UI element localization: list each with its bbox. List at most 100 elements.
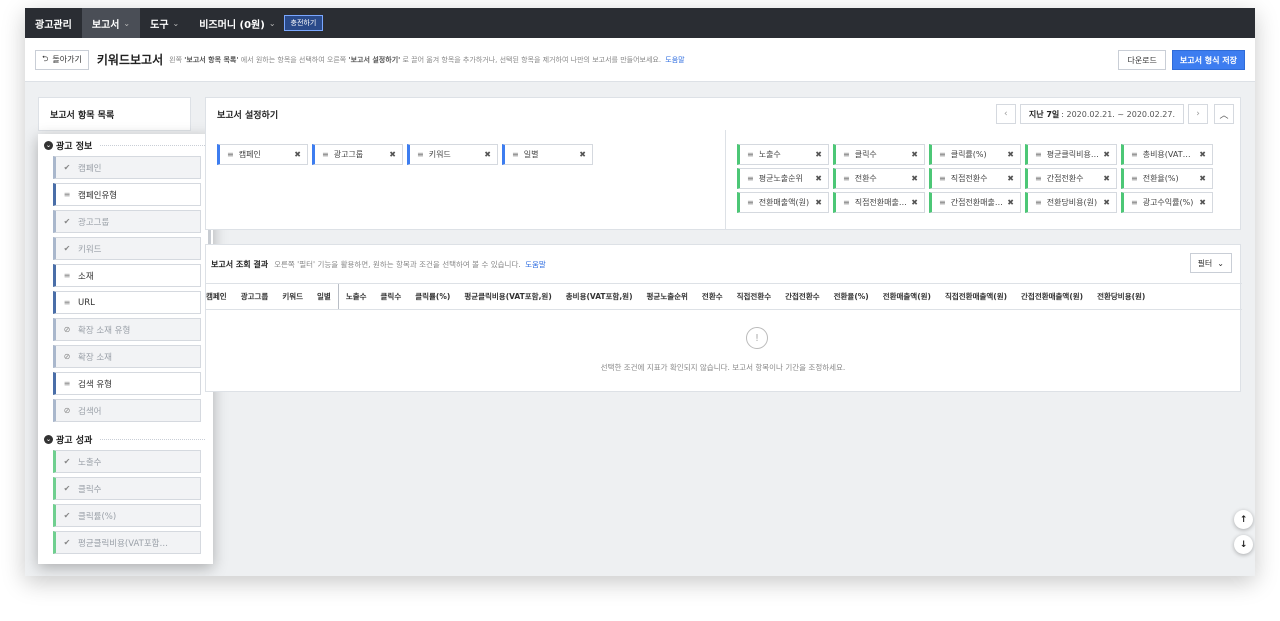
download-button[interactable]: 다운로드 bbox=[1118, 50, 1166, 70]
remove-icon[interactable]: ✖ bbox=[1007, 198, 1014, 207]
charge-button[interactable]: 충전하기 bbox=[283, 15, 324, 31]
remove-icon[interactable]: ✖ bbox=[1103, 198, 1110, 207]
column-header[interactable]: 간접전환수 bbox=[778, 284, 827, 309]
column-header[interactable]: 노출수 bbox=[337, 284, 374, 309]
column-header[interactable]: 총비용(VAT포함,원) bbox=[559, 284, 640, 309]
list-item[interactable]: ≡ URL bbox=[53, 291, 201, 314]
list-item[interactable]: ≡ 검색 유형 bbox=[53, 372, 201, 395]
report-chip[interactable]: ≡ 총비용(VAT… ✖ bbox=[1121, 144, 1213, 165]
list-item[interactable]: ≡ 소재 bbox=[53, 264, 201, 287]
chevron-right-icon: › bbox=[1196, 109, 1200, 119]
report-chip[interactable]: ≡ 전환매출액(원) ✖ bbox=[737, 192, 829, 213]
remove-icon[interactable]: ✖ bbox=[815, 150, 822, 159]
report-chip[interactable]: ≡ 평균노출순위 ✖ bbox=[737, 168, 829, 189]
remove-icon[interactable]: ✖ bbox=[911, 198, 918, 207]
report-chip[interactable]: ≡ 노출수 ✖ bbox=[737, 144, 829, 165]
column-header[interactable]: 간접전환매출액(원) bbox=[1014, 284, 1090, 309]
report-items-list[interactable]: ⌄ 광고 정보 ✔ 캠페인 ≡ 캠페인유형 ✔ 광고그룹 ✔ 키워드 ≡ 소재 ≡ URL ⊘ 확장 소재… bbox=[38, 134, 213, 564]
report-chip[interactable]: ≡ 간접전환수 ✖ bbox=[1025, 168, 1117, 189]
column-header[interactable]: 직접전환매출액(원) bbox=[938, 284, 1014, 309]
nav-item-bizmoney[interactable]: 비즈머니 (0원) ⌄ 충전하기 bbox=[189, 8, 333, 38]
drag-handle-icon: ≡ bbox=[63, 271, 71, 280]
report-chip[interactable]: ≡ 광고수익률(%) ✖ bbox=[1121, 192, 1213, 213]
help-link[interactable]: 도움말 bbox=[665, 56, 684, 64]
nav-item-tools[interactable]: 도구 ⌄ bbox=[140, 8, 189, 38]
report-chip[interactable]: ≡ 캠페인 ✖ bbox=[217, 144, 308, 165]
remove-icon[interactable]: ✖ bbox=[1199, 174, 1206, 183]
list-item[interactable]: ✔ 광고그룹 bbox=[53, 210, 201, 233]
remove-icon[interactable]: ✖ bbox=[484, 150, 491, 159]
remove-icon[interactable]: ✖ bbox=[1103, 150, 1110, 159]
remove-icon[interactable]: ✖ bbox=[815, 174, 822, 183]
column-header[interactable]: 전환당비용(원) bbox=[1090, 284, 1152, 309]
nav-brand[interactable]: 광고관리 bbox=[25, 8, 82, 38]
remove-icon[interactable]: ✖ bbox=[579, 150, 586, 159]
list-item[interactable]: ⊘ 확장 소재 유형 bbox=[53, 318, 201, 341]
remove-icon[interactable]: ✖ bbox=[389, 150, 396, 159]
scroll-top-button[interactable]: ↑ bbox=[1234, 510, 1253, 529]
list-item[interactable]: ≡ 캠페인유형 bbox=[53, 183, 201, 206]
date-range-picker[interactable]: 지난 7일 : 2020.02.21. ~ 2020.02.27. bbox=[1019, 104, 1184, 124]
remove-icon[interactable]: ✖ bbox=[911, 174, 918, 183]
list-item[interactable]: ✔ 노출수 bbox=[53, 450, 201, 473]
report-chip[interactable]: ≡ 광고그룹 ✖ bbox=[312, 144, 403, 165]
report-chip[interactable]: ≡ 클릭수 ✖ bbox=[833, 144, 925, 165]
remove-icon[interactable]: ✖ bbox=[815, 198, 822, 207]
drag-handle-icon: ≡ bbox=[63, 190, 71, 199]
column-header[interactable]: 광고그룹 bbox=[234, 284, 276, 309]
column-header[interactable]: 캠페인 bbox=[206, 284, 234, 309]
list-item[interactable]: ⊘ 확장 소재 bbox=[53, 345, 201, 368]
list-item[interactable]: ✔ 키워드 bbox=[53, 237, 201, 260]
column-header[interactable]: 전환율(%) bbox=[827, 284, 876, 309]
remove-icon[interactable]: ✖ bbox=[1199, 150, 1206, 159]
list-item[interactable]: ✔ 캠페인 bbox=[53, 156, 201, 179]
remove-icon[interactable]: ✖ bbox=[294, 150, 301, 159]
report-chip[interactable]: ≡ 키워드 ✖ bbox=[407, 144, 498, 165]
collapse-button[interactable]: ︿ bbox=[1214, 104, 1234, 124]
column-header[interactable]: 전환매출액(원) bbox=[876, 284, 938, 309]
date-prev-button[interactable]: ‹ bbox=[995, 104, 1016, 124]
column-header[interactable]: 클릭률(%) bbox=[408, 284, 457, 309]
desc-text: 로 끌어 옮겨 항목을 추가하거나, 선택된 항목을 제거하여 나만의 보고서를… bbox=[402, 55, 662, 64]
remove-icon[interactable]: ✖ bbox=[911, 150, 918, 159]
remove-icon[interactable]: ✖ bbox=[1007, 174, 1014, 183]
column-header[interactable]: 전환수 bbox=[695, 284, 730, 309]
report-chip[interactable]: ≡ 평균클릭비용… ✖ bbox=[1025, 144, 1117, 165]
filter-button[interactable]: 필터 ⌄ bbox=[1189, 253, 1232, 273]
column-header[interactable]: 평균노출순위 bbox=[640, 284, 695, 309]
list-item[interactable]: ✔ 클릭률(%) bbox=[53, 504, 201, 527]
remove-icon[interactable]: ✖ bbox=[1007, 150, 1014, 159]
help-link[interactable]: 도움말 bbox=[525, 260, 546, 269]
column-header[interactable]: 직접전환수 bbox=[730, 284, 779, 309]
drag-handle-icon: ≡ bbox=[1131, 198, 1138, 207]
column-header[interactable]: 평균클릭비용(VAT포함,원) bbox=[457, 284, 558, 309]
column-header[interactable]: 클릭수 bbox=[374, 284, 409, 309]
report-chip[interactable]: ≡ 전환수 ✖ bbox=[833, 168, 925, 189]
report-chip[interactable]: ≡ 직접전환매출… ✖ bbox=[833, 192, 925, 213]
column-header[interactable]: 키워드 bbox=[275, 284, 310, 309]
remove-icon[interactable]: ✖ bbox=[1103, 174, 1110, 183]
remove-icon[interactable]: ✖ bbox=[1199, 198, 1206, 207]
report-chip[interactable]: ≡ 간접전환매출… ✖ bbox=[929, 192, 1021, 213]
report-chip[interactable]: ≡ 일별 ✖ bbox=[502, 144, 593, 165]
drag-handle-icon: ≡ bbox=[1035, 150, 1042, 159]
list-item[interactable]: ✔ 클릭수 bbox=[53, 477, 201, 500]
chevron-up-icon: ︿ bbox=[1219, 110, 1229, 121]
report-chip[interactable]: ≡ 직접전환수 ✖ bbox=[929, 168, 1021, 189]
list-item[interactable]: ⊘ 검색어 bbox=[53, 399, 201, 422]
back-button[interactable]: ⮌ 돌아가기 bbox=[35, 49, 89, 70]
date-next-button[interactable]: › bbox=[1188, 104, 1208, 124]
list-item[interactable]: ✔ 평균클릭비용(VAT포함… bbox=[53, 531, 201, 554]
group-ad-info[interactable]: ⌄ 광고 정보 bbox=[38, 134, 213, 152]
chevron-left-icon: ‹ bbox=[1004, 109, 1008, 119]
report-chip[interactable]: ≡ 전환율(%) ✖ bbox=[1121, 168, 1213, 189]
group-ad-performance[interactable]: ⌄ 광고 성과 bbox=[38, 428, 213, 446]
column-header[interactable]: 일별 bbox=[310, 284, 338, 309]
report-chip[interactable]: ≡ 클릭률(%) ✖ bbox=[929, 144, 1021, 165]
scroll-bottom-button[interactable]: ↓ bbox=[1234, 535, 1253, 554]
report-chip[interactable]: ≡ 전환당비용(원) ✖ bbox=[1025, 192, 1117, 213]
chip-label: 캠페인 bbox=[238, 150, 261, 159]
nav-item-report[interactable]: 보고서 ⌄ bbox=[81, 8, 141, 38]
filter-label: 필터 bbox=[1197, 258, 1213, 268]
save-format-button[interactable]: 보고서 형식 저장 bbox=[1171, 50, 1245, 70]
